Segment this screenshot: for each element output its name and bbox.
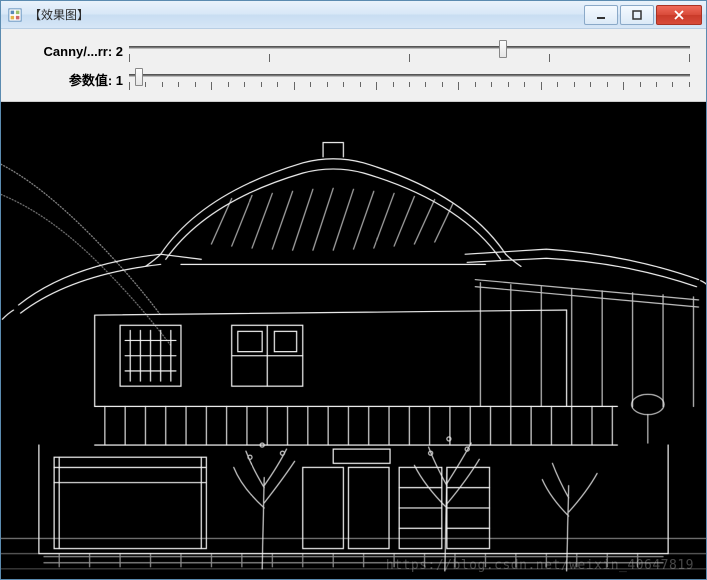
window-buttons (582, 5, 702, 25)
edge-image (1, 102, 706, 579)
titlebar[interactable]: 【效果图】 (1, 1, 706, 29)
slider-label-param: 参数值: 1 (9, 70, 129, 89)
maximize-button[interactable] (620, 5, 654, 25)
app-window: 【效果图】 Canny/...rr: 2 参数值: 1 (0, 0, 707, 580)
slider-track (129, 46, 690, 49)
controls-panel: Canny/...rr: 2 参数值: 1 (1, 29, 706, 102)
close-button[interactable] (656, 5, 702, 25)
slider-track (129, 74, 690, 77)
slider-canny[interactable] (129, 38, 690, 64)
image-canvas: https://blog.csdn.net/weixin_40647819 (1, 102, 706, 579)
slider-row-canny: Canny/...rr: 2 (9, 37, 698, 65)
slider-ticks (129, 82, 690, 90)
window-title: 【效果图】 (29, 6, 582, 23)
app-icon (7, 7, 23, 23)
slider-row-param: 参数值: 1 (9, 65, 698, 93)
minimize-button[interactable] (584, 5, 618, 25)
slider-ticks (129, 54, 690, 62)
slider-param[interactable] (129, 66, 690, 92)
slider-label-canny: Canny/...rr: 2 (9, 44, 129, 59)
